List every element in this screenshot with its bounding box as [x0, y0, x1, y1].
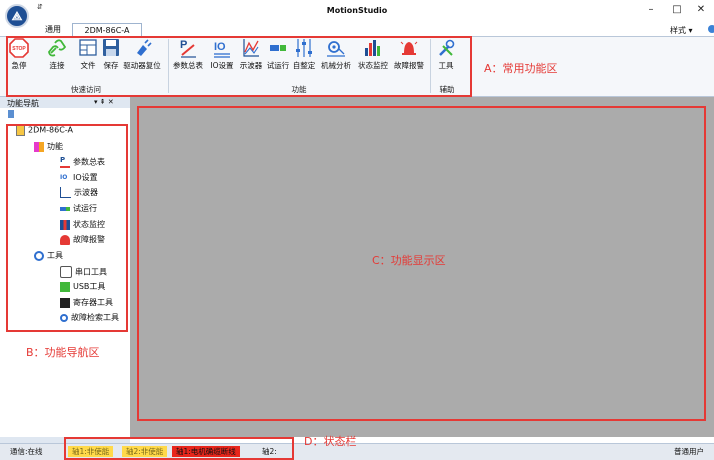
maximize-button[interactable]: □	[666, 2, 688, 18]
nav-toolbar-icon[interactable]	[8, 110, 14, 118]
tab-device[interactable]: 2DM-86C-A	[72, 23, 142, 36]
status-user: 普通用户	[674, 447, 704, 456]
annotation-label-b: B：功能导航区	[26, 346, 100, 359]
tab-common[interactable]: 通用	[39, 24, 67, 36]
status-comm: 通信:在线	[10, 447, 43, 456]
style-menu[interactable]: 样式 ▾	[670, 25, 693, 36]
annotation-box-d	[64, 437, 294, 460]
nav-pin-controls[interactable]: ▾ ⇞ ✕	[94, 98, 114, 106]
minimize-button[interactable]: –	[640, 2, 662, 18]
help-icon[interactable]	[708, 25, 714, 33]
annotation-label-c: C：功能显示区	[372, 254, 446, 267]
close-button[interactable]: ✕	[690, 2, 712, 18]
annotation-box-b	[6, 124, 128, 332]
annotation-box-a	[6, 36, 472, 97]
annotation-label-d: D：状态栏	[304, 435, 357, 448]
window-title: MotionStudio	[326, 6, 388, 15]
annotation-label-a: A：常用功能区	[484, 62, 558, 75]
